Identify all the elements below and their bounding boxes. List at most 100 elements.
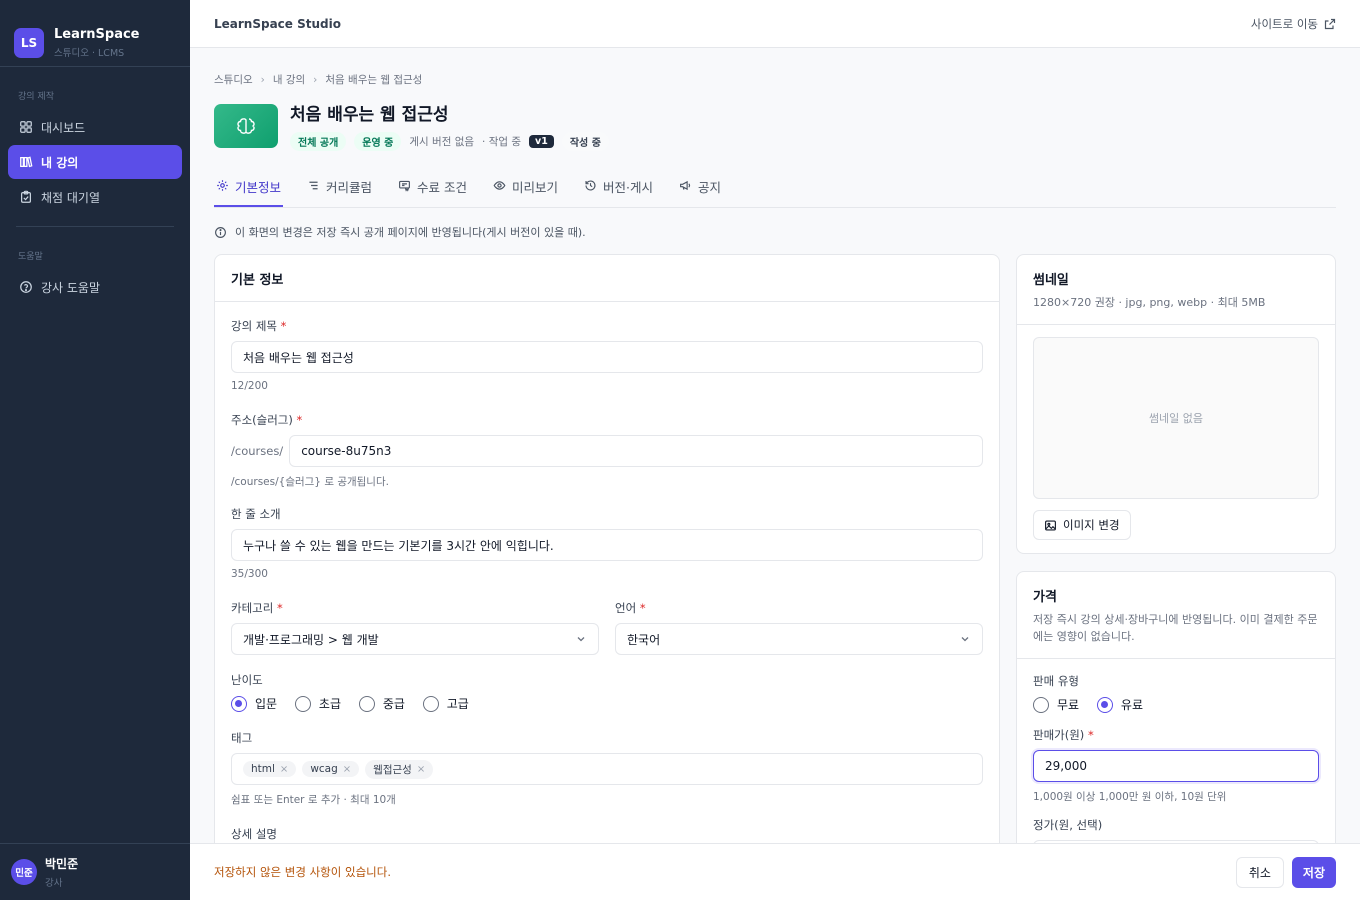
sidebar-divider [16,226,174,227]
summary-input[interactable]: 누구나 쓸 수 있는 웹을 만드는 기본기를 3시간 안에 익힙니다. [231,529,983,561]
remove-tag-icon[interactable]: × [417,764,425,775]
brand[interactable]: LS LearnSpace 스튜디오 · LCMS [0,0,190,67]
card-title: 기본 정보 [231,273,284,288]
go-to-site-label: 사이트로 이동 [1250,16,1318,31]
sale-type-field: 판매 유형 무료 유료 [1033,673,1319,716]
sidebar-item-label: 강사 도움말 [41,280,101,295]
tag-chip[interactable]: wcag × [302,761,360,777]
tab-label: 미리보기 [512,180,559,195]
sidebar-item-my-courses[interactable]: 내 강의 [8,145,182,179]
image-icon [1045,519,1056,531]
category-select[interactable]: 개발·프로그래밍 > 웹 개발 [231,623,599,655]
slug-prefix: /courses/ [231,444,284,458]
user-role: 강사 [45,878,63,889]
eye-icon [493,181,506,190]
tab-basic-info[interactable]: 기본정보 [214,173,284,207]
sale-price-field: 판매가(원) * 29,000 1,000원 이상 1,000만 원 이하, 1… [1033,727,1319,804]
sidebar-item-label: 내 강의 [41,155,79,170]
slug-input[interactable]: course-8u75n3 [289,435,983,467]
sale-price-input[interactable]: 29,000 [1033,750,1319,782]
version-badge: v1 [529,135,554,148]
sale-type-radio-free[interactable]: 무료 [1033,696,1079,713]
language-field: 언어 * 한국어 [615,600,983,655]
thumbnail-actions: 이미지 변경 [1033,510,1131,540]
history-icon [585,180,596,191]
sale-type-radio-paid[interactable]: 유료 [1096,696,1143,713]
level-field: 난이도 입문 초급 중급 고급 [231,672,983,715]
book-icon [20,156,33,168]
card-subtitle: 저장 즉시 강의 상세·장바구니에 반영됩니다. 이미 결제한 주문에는 영향이… [1033,613,1318,644]
tab-curriculum[interactable]: 커리큘럼 [305,173,374,207]
slug-field: 주소(슬러그) * /courses/ course-8u75n3 /cours… [231,412,983,489]
working-label: · 작업 중 [482,136,522,148]
tab-preview[interactable]: 미리보기 [491,173,560,207]
status-badge: 운영 중 [354,132,402,151]
sidebar-section-label: 강의 제작 [18,92,54,102]
tag-chip[interactable]: html × [243,761,297,777]
level-radio-advanced[interactable]: 고급 [422,695,469,712]
field-label: 상세 설명 [231,827,277,841]
breadcrumb-my-courses[interactable]: 내 강의 [273,72,305,87]
card-header: 기본 정보 [215,255,999,302]
breadcrumb: 스튜디오 › 내 강의 › 처음 배우는 웹 접근성 [214,72,1336,87]
sidebar-item-label: 대시보드 [41,120,86,135]
tab-label: 기본정보 [235,180,282,195]
help-icon [20,281,32,293]
language-select[interactable]: 한국어 [615,623,983,655]
field-label: 난이도 [231,673,263,687]
tab-label: 버전·게시 [603,180,654,195]
sidebar-item-instructor-help[interactable]: 강사 도움말 [8,270,182,304]
radio-label: 중급 [382,697,405,711]
published-version-text: 게시 버전 없음 [409,136,475,148]
course-thumbnail [214,103,278,148]
breadcrumb-studio[interactable]: 스튜디오 [214,72,253,87]
remove-tag-icon[interactable]: × [343,764,351,775]
field-label: 판매가(원) [1033,728,1085,742]
list-icon [309,181,318,190]
course-title-input[interactable]: 처음 배우는 웹 접근성 [231,341,983,373]
tags-input[interactable]: html × wcag × 웹접근성 × [231,753,983,785]
course-header: 처음 배우는 웹 접근성 전체 공개 운영 중 게시 버전 없음 · 작업 중 … [214,100,1336,151]
tag-label: html [251,763,275,775]
price-card: 가격 저장 즉시 강의 상세·장바구니에 반영됩니다. 이미 결제한 주문에는 … [1016,571,1336,843]
field-label: 한 줄 소개 [231,507,281,521]
summary-field: 한 줄 소개 누구나 쓸 수 있는 웹을 만드는 기본기를 3시간 안에 익힙니… [231,506,983,580]
megaphone-icon [680,180,691,191]
required-marker: * [639,601,646,615]
cancel-button[interactable]: 취소 [1235,856,1284,888]
level-radio-intro[interactable]: 입문 [231,695,277,712]
tab-announcements[interactable]: 공지 [677,173,723,207]
change-image-button[interactable]: 이미지 변경 [1033,510,1131,540]
radio-label: 무료 [1057,698,1080,712]
tab-version-publish[interactable]: 버전·게시 [582,173,655,207]
required-marker: * [276,601,283,615]
brand-logo: LS [14,27,44,58]
info-icon [215,226,226,238]
user-profile[interactable]: 민준 박민준 강사 [0,843,190,900]
card-header: 가격 저장 즉시 강의 상세·장바구니에 반영됩니다. 이미 결제한 주문에는 … [1017,572,1335,660]
level-radio-beginner[interactable]: 초급 [294,695,341,712]
sidebar: LS LearnSpace 스튜디오 · LCMS 강의 제작 대시보드 내 강… [0,0,190,900]
tag-chip[interactable]: 웹접근성 × [365,759,434,779]
tags-hint: 쉼표 또는 Enter 로 추가 · 최대 10개 [231,794,396,806]
field-label: 강의 제목 [231,319,277,333]
level-radio-intermediate[interactable]: 중급 [358,695,405,712]
save-notice: 이 화면의 변경은 저장 즉시 공개 페이지에 반영됩니다(게시 버전이 있을 … [214,224,1336,240]
card-subtitle: 1280×720 권장 · jpg, png, webp · 최대 5MB [1033,296,1266,309]
category-value: 개발·프로그래밍 > 웹 개발 [243,632,379,647]
tab-completion[interactable]: 수료 조건 [396,173,469,207]
save-button[interactable]: 저장 [1291,856,1336,888]
go-to-site-link[interactable]: 사이트로 이동 [1251,16,1336,32]
sidebar-item-dashboard[interactable]: 대시보드 [8,110,182,144]
course-title: 처음 배우는 웹 접근성 [290,105,449,125]
course-meta: 전체 공개 운영 중 게시 버전 없음 · 작업 중 v1 작성 중 [290,132,609,151]
radio-dot [1033,696,1049,713]
language-value: 한국어 [627,632,661,647]
sidebar-item-grading-queue[interactable]: 채점 대기열 [8,180,182,214]
card-title: 썸네일 [1033,273,1069,288]
remove-tag-icon[interactable]: × [280,764,288,775]
field-label: 태그 [231,731,253,745]
field-label: 카테고리 [231,601,274,615]
main-content: 스튜디오 › 내 강의 › 처음 배우는 웹 접근성 처음 배우는 웹 접근성 … [190,48,1360,843]
basic-info-card: 기본 정보 강의 제목 * 처음 배우는 웹 접근성 12/200 주소(슬러그… [214,254,1000,843]
